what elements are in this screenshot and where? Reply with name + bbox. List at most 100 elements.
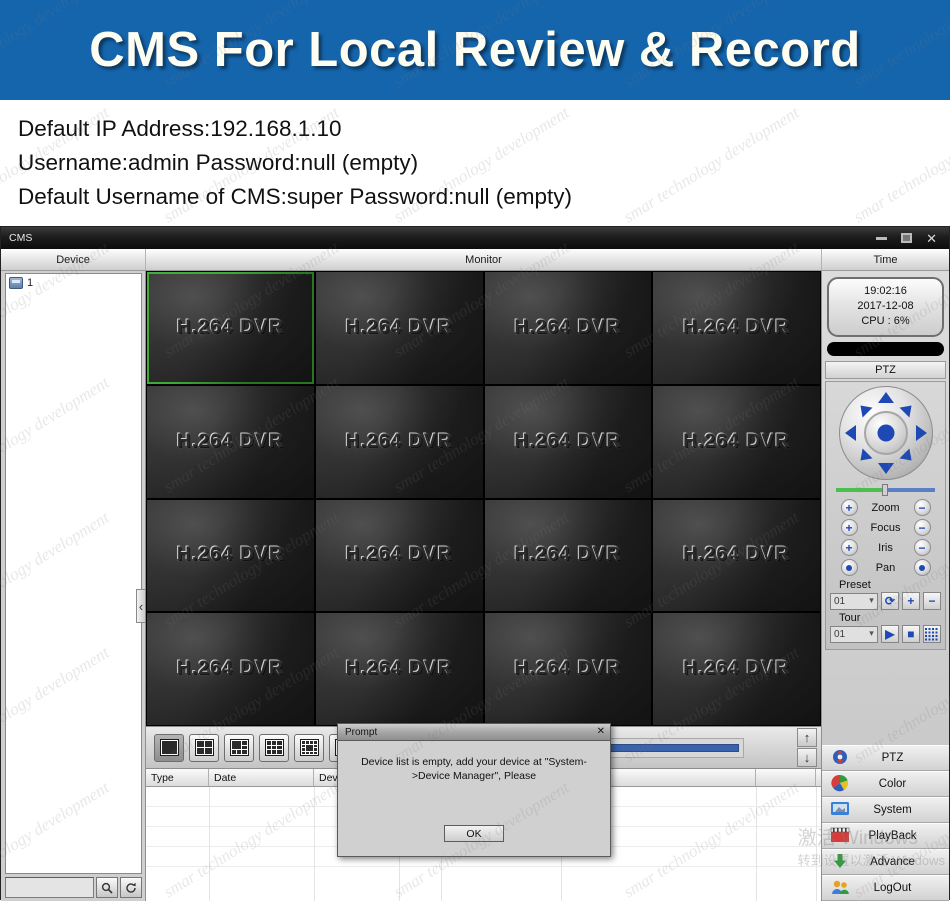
- refresh-icon[interactable]: [120, 877, 142, 898]
- tab-monitor[interactable]: Monitor: [146, 249, 821, 270]
- panel-collapse-chevron-left-icon[interactable]: ‹: [136, 589, 146, 623]
- layout-1-button[interactable]: [154, 734, 184, 762]
- pan-start-button[interactable]: [841, 559, 858, 576]
- zoom-label: Zoom: [864, 502, 908, 514]
- device-node-label: 1: [27, 277, 33, 289]
- video-cell-7[interactable]: H.264 DVR: [485, 386, 652, 498]
- status-bar: [827, 342, 944, 356]
- video-cell-9[interactable]: H.264 DVR: [147, 500, 314, 612]
- tour-label: Tour: [830, 612, 941, 625]
- menu-item-system[interactable]: System: [822, 797, 949, 823]
- tab-device[interactable]: Device: [1, 249, 146, 270]
- preset-add-button[interactable]: +: [902, 592, 920, 610]
- layout-9-button[interactable]: [259, 734, 289, 762]
- video-cell-label: H.264 DVR: [514, 317, 621, 339]
- tab-time[interactable]: Time: [821, 249, 949, 270]
- video-cell-2[interactable]: H.264 DVR: [316, 272, 483, 384]
- log-column-header-blank[interactable]: [756, 769, 816, 786]
- video-cell-6[interactable]: H.264 DVR: [316, 386, 483, 498]
- tour-play-button[interactable]: ▶: [881, 625, 899, 643]
- ptz-section-header: PTZ: [825, 361, 946, 379]
- menu-item-label: System: [852, 804, 949, 816]
- search-input[interactable]: [5, 877, 94, 898]
- menu-item-playback[interactable]: PlayBack: [822, 823, 949, 849]
- maximize-button[interactable]: [901, 233, 912, 243]
- ptz-speed-knob[interactable]: [882, 484, 888, 496]
- zoom-in-button[interactable]: +: [841, 499, 858, 516]
- ptz-icon: [830, 748, 852, 768]
- video-cell-label: H.264 DVR: [514, 431, 621, 453]
- device-tree[interactable]: 1: [5, 273, 142, 874]
- ptz-speed-slider[interactable]: [836, 485, 935, 495]
- video-cell-11[interactable]: H.264 DVR: [485, 500, 652, 612]
- device-tree-node[interactable]: 1: [6, 274, 141, 289]
- video-cell-label: H.264 DVR: [683, 317, 790, 339]
- preset-remove-button[interactable]: −: [923, 592, 941, 610]
- tour-stop-button[interactable]: ■: [902, 625, 920, 643]
- layout-4-button[interactable]: [189, 734, 219, 762]
- scroll-down-icon[interactable]: ↓: [797, 748, 817, 767]
- video-cell-label: H.264 DVR: [177, 544, 284, 566]
- dialog-ok-button[interactable]: OK: [444, 825, 504, 842]
- tour-select[interactable]: 01: [830, 626, 878, 643]
- zoom-out-button[interactable]: −: [914, 499, 931, 516]
- ptz-down-arrow-icon[interactable]: [878, 463, 894, 474]
- video-cell-10[interactable]: H.264 DVR: [316, 500, 483, 612]
- log-column-header-date[interactable]: Date: [209, 769, 314, 786]
- minimize-button[interactable]: [876, 237, 887, 240]
- menu-item-logout[interactable]: LogOut: [822, 875, 949, 901]
- video-cell-14[interactable]: H.264 DVR: [316, 613, 483, 725]
- iris-open-button[interactable]: +: [841, 539, 858, 556]
- ptz-up-left-arrow-icon[interactable]: [855, 401, 872, 418]
- video-cell-1[interactable]: H.264 DVR: [147, 272, 314, 384]
- video-cell-3[interactable]: H.264 DVR: [485, 272, 652, 384]
- video-cell-5[interactable]: H.264 DVR: [147, 386, 314, 498]
- video-cell-label: H.264 DVR: [683, 431, 790, 453]
- video-cell-13[interactable]: H.264 DVR: [147, 613, 314, 725]
- iris-close-button[interactable]: −: [914, 539, 931, 556]
- video-cell-label: H.264 DVR: [346, 317, 453, 339]
- tour-pattern-button[interactable]: [923, 625, 941, 643]
- users-icon: [830, 878, 852, 898]
- focus-in-button[interactable]: +: [841, 519, 858, 536]
- ptz-left-arrow-icon[interactable]: [845, 425, 856, 441]
- video-cell-12[interactable]: H.264 DVR: [653, 500, 820, 612]
- video-cell-8[interactable]: H.264 DVR: [653, 386, 820, 498]
- time-display: 19:02:16 2017-12-08 CPU : 6%: [827, 277, 944, 337]
- video-cell-4[interactable]: H.264 DVR: [653, 272, 820, 384]
- ptz-down-left-arrow-icon[interactable]: [855, 449, 872, 466]
- search-icon[interactable]: [96, 877, 118, 898]
- close-icon[interactable]: ✕: [926, 232, 937, 245]
- preset-goto-button[interactable]: ⟳: [881, 592, 899, 610]
- video-cell-label: H.264 DVR: [514, 544, 621, 566]
- scroll-up-icon[interactable]: ↑: [797, 728, 817, 747]
- preset-select[interactable]: 01: [830, 593, 878, 610]
- clapperboard-icon: [830, 826, 852, 846]
- pan-stop-button[interactable]: [914, 559, 931, 576]
- ptz-joystick[interactable]: [839, 386, 933, 480]
- menu-item-color[interactable]: Color: [822, 771, 949, 797]
- log-column-divider: [816, 787, 817, 901]
- dialog-close-icon[interactable]: ✕: [597, 727, 605, 737]
- ptz-center-button[interactable]: [877, 425, 894, 442]
- log-column-header-type[interactable]: Type: [146, 769, 209, 786]
- layout-6-button[interactable]: [224, 734, 254, 762]
- scroll-arrows: ↑ ↓: [797, 728, 817, 767]
- ptz-up-arrow-icon[interactable]: [878, 392, 894, 403]
- system-icon: [830, 800, 852, 820]
- ptz-focus-row: + Focus −: [826, 519, 945, 536]
- video-cell-label: H.264 DVR: [177, 317, 284, 339]
- menu-item-advance[interactable]: Advance: [822, 849, 949, 875]
- window-controls: ✕: [876, 232, 945, 245]
- ptz-right-arrow-icon[interactable]: [916, 425, 927, 441]
- info-block: Default IP Address:192.168.1.10 Username…: [0, 100, 950, 224]
- ptz-down-right-arrow-icon[interactable]: [899, 449, 916, 466]
- layout-13-button[interactable]: [294, 734, 324, 762]
- video-cell-15[interactable]: H.264 DVR: [485, 613, 652, 725]
- focus-out-button[interactable]: −: [914, 519, 931, 536]
- video-cell-16[interactable]: H.264 DVR: [653, 613, 820, 725]
- menu-item-ptz[interactable]: PTZ: [822, 745, 949, 771]
- iris-label: Iris: [864, 542, 908, 554]
- log-column-divider: [209, 787, 210, 901]
- ptz-up-right-arrow-icon[interactable]: [899, 401, 916, 418]
